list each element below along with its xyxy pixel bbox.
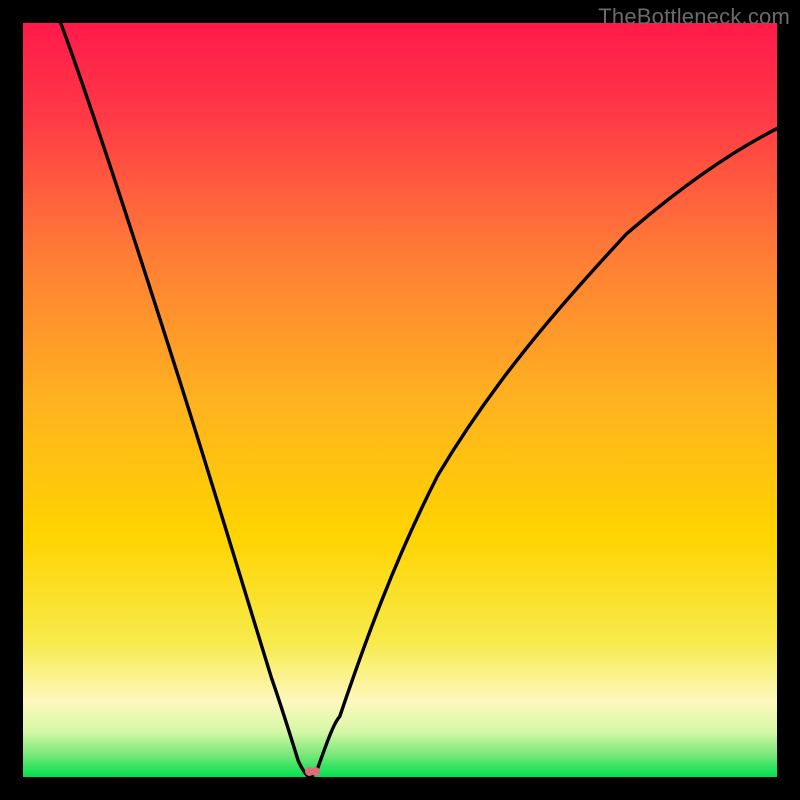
watermark-text: TheBottleneck.com <box>598 4 790 30</box>
chart-container[interactable] <box>0 0 800 800</box>
